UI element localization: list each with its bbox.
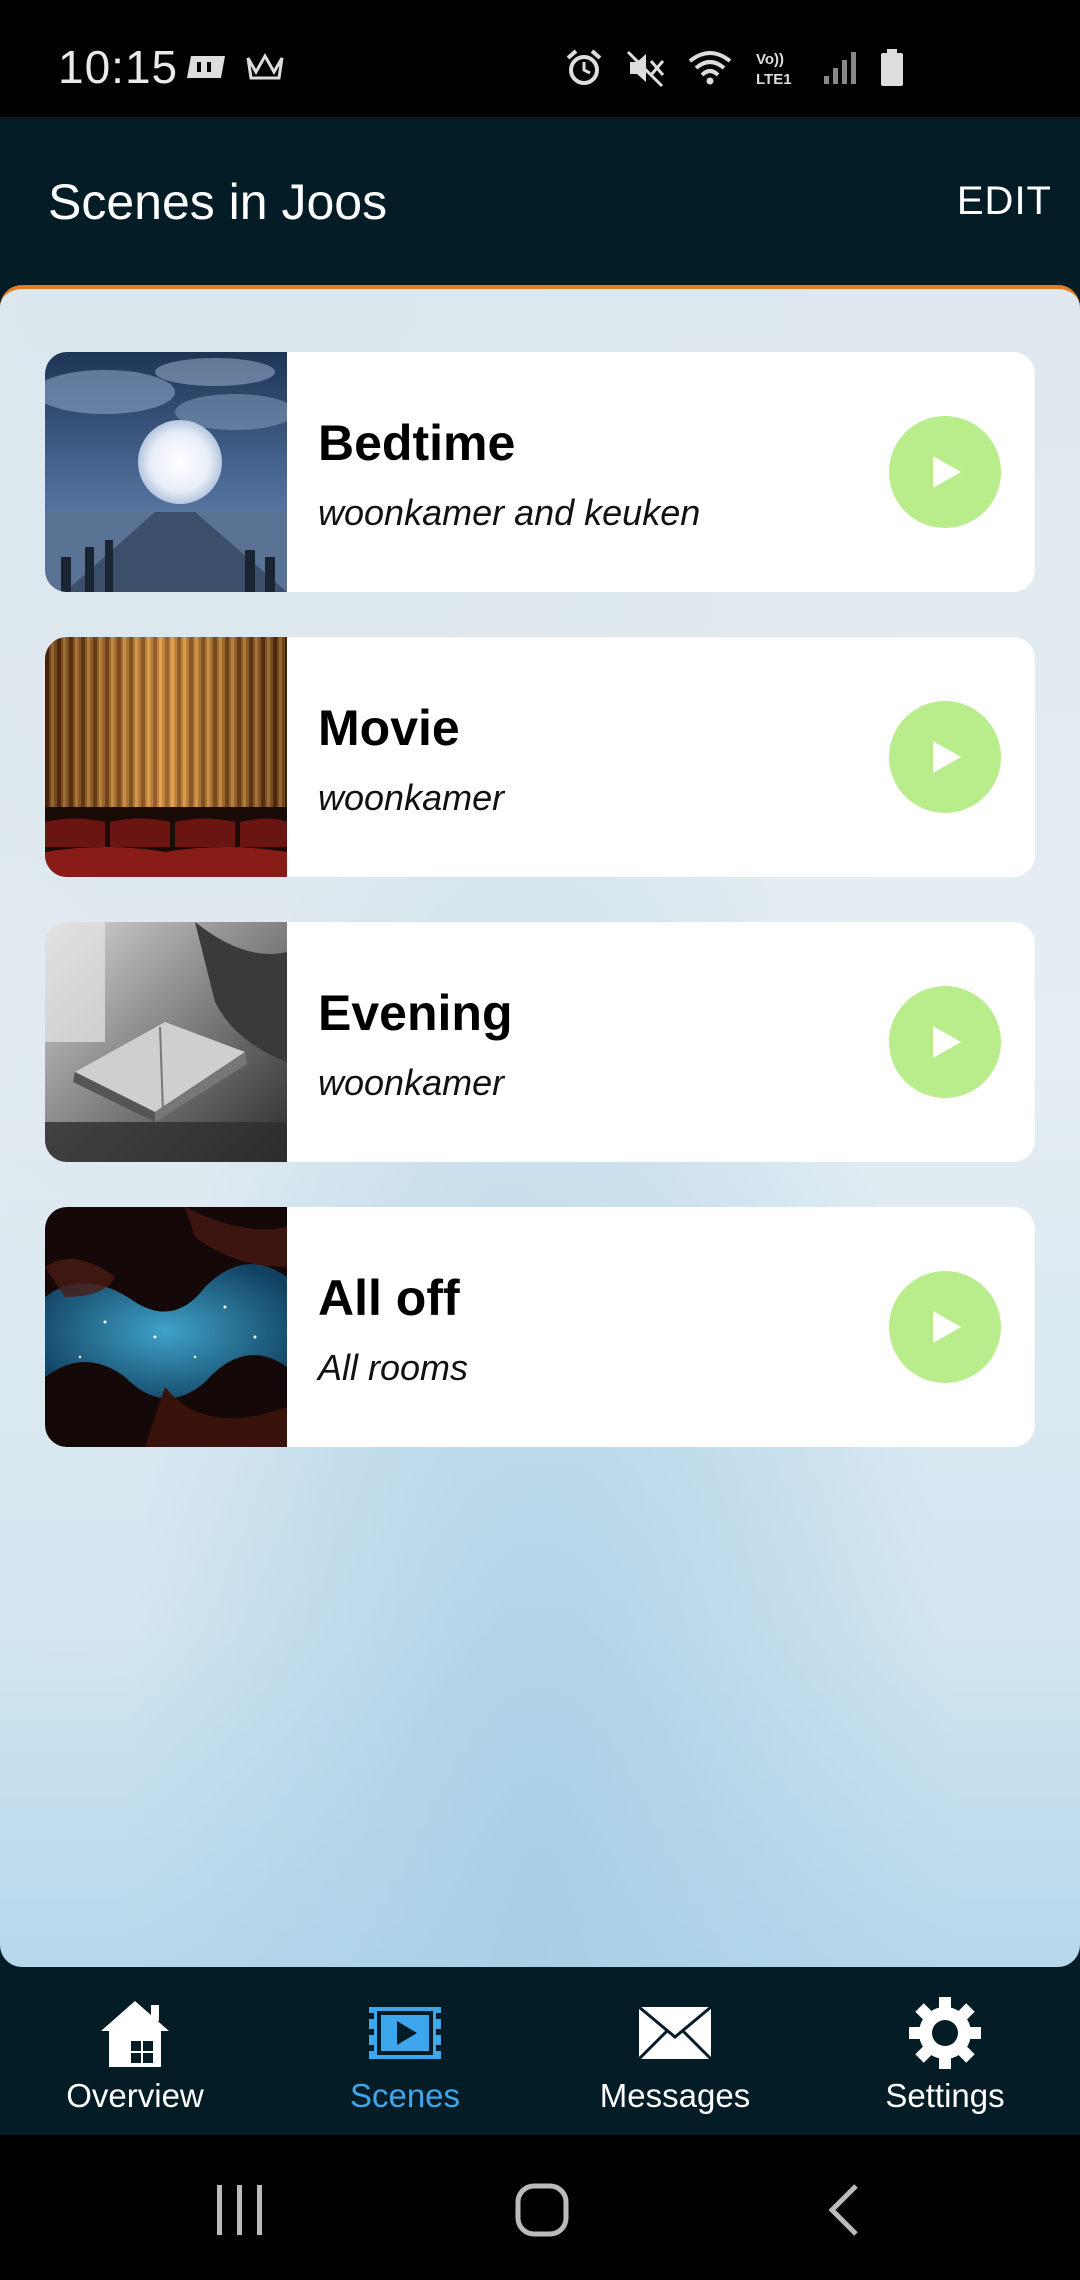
recents-icon[interactable]: [200, 2175, 280, 2245]
scene-text: Bedtime woonkamer and keuken: [287, 352, 1035, 592]
volte-icon: Vo)) LTE1: [754, 48, 800, 88]
moon-pier-image: [45, 352, 287, 592]
scene-rooms: All rooms: [318, 1347, 469, 1388]
cinema-curtain-image: [45, 637, 287, 877]
scene-text: Movie woonkamer: [287, 637, 1035, 877]
scene-card[interactable]: Bedtime woonkamer and keuken: [45, 352, 1035, 592]
nav-item-overview[interactable]: Overview: [0, 1967, 270, 2135]
alarm-icon: [564, 48, 604, 88]
envelope-icon: [540, 1995, 810, 2071]
play-icon: [933, 741, 961, 773]
nav-item-settings[interactable]: Settings: [810, 1967, 1080, 2135]
scene-text: All off All rooms: [287, 1207, 1035, 1447]
status-left-icons: [185, 52, 285, 82]
scenes-content: Bedtime woonkamer and keuken Movie woonk…: [0, 285, 1080, 1967]
home-icon[interactable]: [502, 2175, 582, 2245]
scenes-icon: [270, 1995, 540, 2071]
page-title: Scenes in Joos: [48, 174, 388, 230]
scenes-list: Bedtime woonkamer and keuken Movie woonk…: [0, 285, 1080, 1967]
battery-icon: [880, 49, 904, 87]
scene-name: Bedtime: [318, 415, 516, 471]
system-nav-bar: [0, 2135, 1080, 2280]
scene-rooms: woonkamer and keuken: [318, 492, 701, 533]
scene-name: All off: [318, 1270, 460, 1326]
scene-name: Evening: [318, 985, 513, 1041]
nav-label: Settings: [885, 2077, 1005, 2114]
nav-item-messages[interactable]: Messages: [540, 1967, 810, 2135]
book-reading-image: [45, 922, 287, 1162]
signal-icon: [822, 50, 858, 86]
play-icon: [933, 1311, 961, 1343]
play-button[interactable]: [889, 1271, 1001, 1383]
play-icon: [933, 456, 961, 488]
scene-rooms: woonkamer: [318, 777, 505, 818]
crown-icon: [245, 52, 285, 82]
gear-icon: [810, 1995, 1080, 2071]
night-sky-canyon-image: [45, 1207, 287, 1447]
scene-card[interactable]: Evening woonkamer: [45, 922, 1035, 1162]
edit-button[interactable]: EDIT: [957, 179, 1052, 224]
svg-text:LTE1: LTE1: [756, 71, 792, 88]
back-icon[interactable]: [804, 2175, 884, 2245]
svg-text:Vo)): Vo)): [756, 51, 784, 68]
nav-label: Scenes: [349, 2077, 461, 2114]
scene-card[interactable]: Movie woonkamer: [45, 637, 1035, 877]
play-button[interactable]: [889, 416, 1001, 528]
app-bar: Scenes in Joos EDIT: [0, 117, 1080, 285]
scene-rooms: woonkamer: [318, 1062, 505, 1103]
game-pad-icon: [185, 54, 227, 80]
nav-label: Messages: [599, 2077, 751, 2114]
nav-item-scenes[interactable]: Scenes: [270, 1967, 540, 2135]
house-icon: [0, 1995, 270, 2071]
play-button[interactable]: [889, 701, 1001, 813]
status-right-icons: Vo)) LTE1: [564, 48, 904, 88]
nav-label: Overview: [66, 2077, 204, 2114]
play-button[interactable]: [889, 986, 1001, 1098]
scene-name: Movie: [318, 700, 460, 756]
status-time: 10:15: [58, 41, 179, 93]
scene-card[interactable]: All off All rooms: [45, 1207, 1035, 1447]
play-icon: [933, 1026, 961, 1058]
bottom-nav: Overview Scenes Messages Settings: [0, 1967, 1080, 2135]
mute-icon: [626, 48, 666, 88]
wifi-icon: [688, 49, 732, 87]
status-bar: 10:15 Vo)) LTE1: [0, 0, 1080, 117]
scene-text: Evening woonkamer: [287, 922, 1035, 1162]
